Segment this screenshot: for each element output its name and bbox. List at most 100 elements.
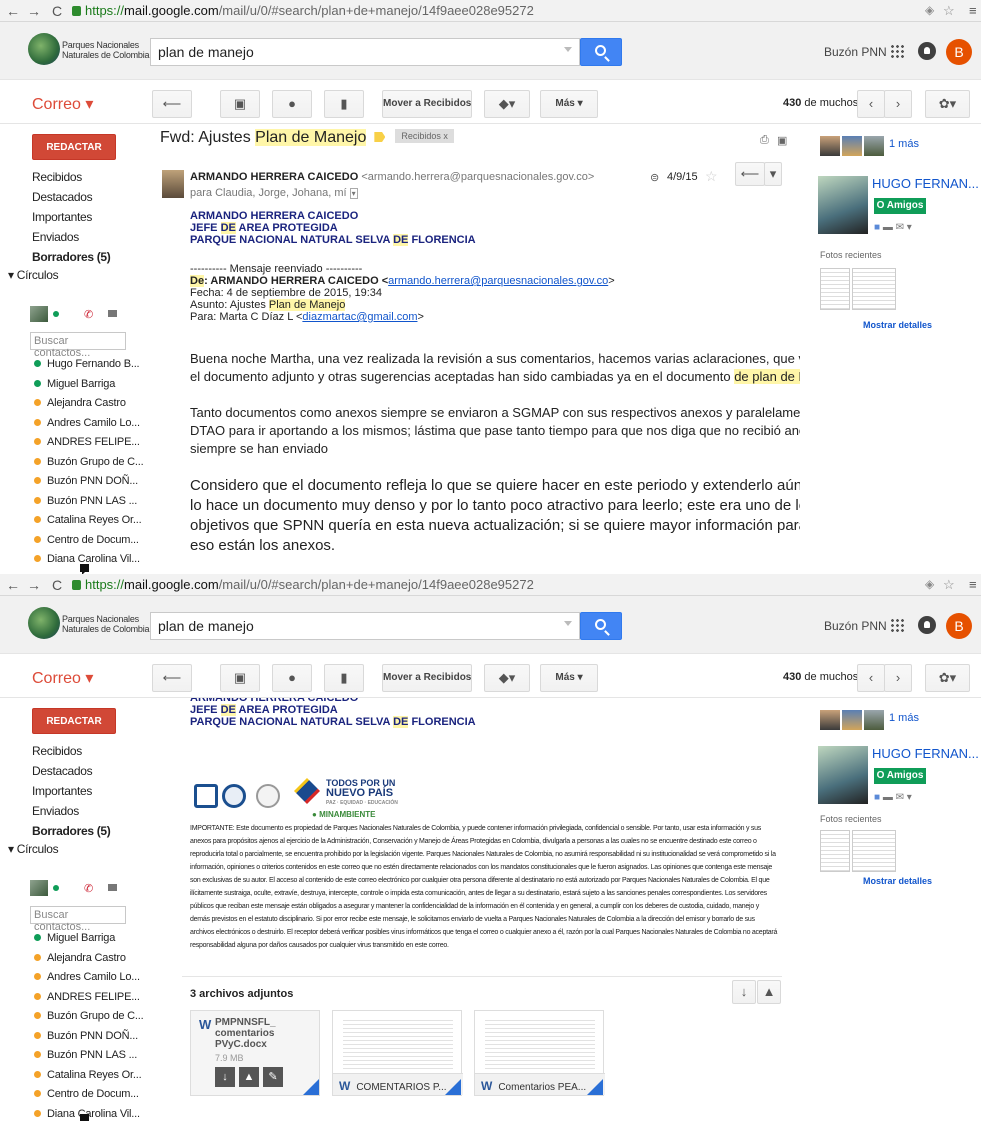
report-spam-button[interactable]: ● [272,664,312,692]
notifications-icon[interactable] [918,42,936,60]
more-button[interactable]: Más ▾ [540,90,598,118]
address-bar[interactable]: https://mail.google.com/mail/u/0/#search… [72,3,534,18]
delete-button[interactable]: ▮ [324,664,364,692]
archive-button[interactable]: ▣ [220,90,260,118]
move-to-inbox-button[interactable]: Mover a Recibidos [382,664,472,692]
contact-item[interactable]: Alejandra Castro [34,397,126,409]
contact-item[interactable]: Hugo Fernando B... [34,358,140,370]
account-avatar[interactable]: B [946,39,972,65]
contact-item[interactable]: ANDRES FELIPE... [34,991,140,1003]
contact-item[interactable]: Andres Camilo Lo... [34,971,140,983]
photo-thumb[interactable] [852,830,896,872]
search-button[interactable] [580,612,622,640]
status-dot[interactable] [53,311,59,317]
phone-icon[interactable]: ✆ [84,882,96,895]
settings-button[interactable]: ✿▾ [925,90,970,118]
account-label[interactable]: Buzón PNN [824,45,887,59]
photo-thumb[interactable] [852,268,896,310]
back-icon[interactable]: ← [6,577,20,593]
contact-item[interactable]: Centro de Docum... [34,1088,139,1100]
show-details-link[interactable]: Mostrar detalles [863,876,932,886]
delete-button[interactable]: ▮ [324,90,364,118]
search-contacts-input[interactable]: Buscar contactos... [30,332,126,359]
importance-marker-icon[interactable] [374,132,386,142]
to-email-link[interactable]: diazmartac@gmail.com [302,311,417,323]
compose-button[interactable]: REDACTAR [32,708,116,734]
circle-badge[interactable]: O Amigos [874,768,926,784]
more-participants-link[interactable]: 1 más [889,138,919,150]
menu-icon[interactable]: ≡ [969,577,977,592]
contact-item[interactable]: Catalina Reyes Or... [34,514,142,526]
back-icon[interactable]: ← [6,3,20,19]
nav-inbox[interactable]: Recibidos [32,170,82,184]
older-button[interactable]: › [884,664,912,692]
attachment-card-2[interactable]: W COMENTARIOS P... [332,1010,463,1096]
address-bar[interactable]: https://mail.google.com/mail/u/0/#search… [72,577,534,592]
back-to-list-button[interactable]: ⟵ [152,664,192,692]
contact-name[interactable]: HUGO FERNAN... [872,176,979,191]
contact-name[interactable]: HUGO FERNAN... [872,746,979,761]
attachment-card-1[interactable]: W PMPNNSFL_ comentarios PVyC.docx 7.9 MB ↓… [190,1010,320,1096]
download-icon[interactable]: ↓ [215,1067,235,1087]
nav-starred[interactable]: Destacados [32,764,93,778]
drive-icon[interactable]: ▲ [239,1067,259,1087]
nav-sent[interactable]: Enviados [32,804,79,818]
settings-button[interactable]: ✿▾ [925,664,970,692]
star-icon[interactable]: ☆ [943,3,955,19]
older-button[interactable]: › [884,90,912,118]
nav-inbox[interactable]: Recibidos [32,744,82,758]
extension-icon[interactable]: ◈ [925,577,934,591]
reply-button[interactable]: ⟵ [735,162,765,186]
contact-item[interactable]: Buzón PNN DOÑ... [34,1030,138,1042]
star-icon[interactable]: ☆ [943,577,955,593]
star-icon[interactable]: ☆ [705,168,718,185]
participant-thumbs[interactable] [820,710,886,730]
new-window-icon[interactable]: ▣ [777,134,787,147]
contact-item[interactable]: Miguel Barriga [34,378,115,390]
nav-drafts[interactable]: Borradores (5) [32,824,111,838]
nav-drafts[interactable]: Borradores (5) [32,250,111,264]
forward-icon[interactable]: → [27,3,41,19]
search-options-icon[interactable] [564,621,572,626]
edit-icon[interactable]: ✎ [263,1067,283,1087]
user-photo[interactable] [30,306,48,322]
menu-icon[interactable]: ≡ [969,3,977,18]
save-to-drive-button[interactable]: ▲ [757,980,781,1004]
forward-icon[interactable]: → [27,577,41,593]
search-options-icon[interactable] [564,47,572,52]
circle-badge[interactable]: O Amigos [874,198,926,214]
labels-button[interactable]: ◆▾ [484,90,530,118]
photo-thumb[interactable] [820,268,850,310]
phone-icon[interactable]: ✆ [84,308,96,321]
nav-starred[interactable]: Destacados [32,190,93,204]
mail-switcher[interactable]: Correo ▾ [32,668,93,688]
more-actions-button[interactable]: ▾ [764,162,782,186]
move-to-inbox-button[interactable]: Mover a Recibidos [382,90,472,118]
from-email-link[interactable]: armando.herrera@parquesnacionales.gov.co [388,275,608,287]
contact-photo[interactable] [818,746,868,804]
search-contacts-input[interactable]: Buscar contactos... [30,906,126,933]
contact-item[interactable]: Buzón Grupo de C... [34,1010,144,1022]
contact-photo[interactable] [818,176,868,234]
reload-icon[interactable]: C [52,3,62,19]
contact-actions[interactable]: ■ ▬ ✉ ▾ [874,222,912,233]
extension-icon[interactable]: ◈ [925,3,934,17]
contact-item[interactable]: Alejandra Castro [34,952,126,964]
nav-important[interactable]: Importantes [32,784,92,798]
contact-item[interactable]: Centro de Docum... [34,534,139,546]
show-details-link[interactable]: Mostrar detalles [863,320,932,330]
participant-thumbs[interactable] [820,136,886,156]
search-input[interactable]: plan de manejo [150,612,580,640]
compose-button[interactable]: REDACTAR [32,134,116,160]
contact-item[interactable]: Buzón PNN DOÑ... [34,475,138,487]
video-icon[interactable] [108,884,117,891]
sender-avatar[interactable] [162,170,184,198]
notifications-icon[interactable] [918,616,936,634]
video-icon[interactable] [108,310,117,317]
inbox-label[interactable]: Recibidos x [395,129,454,143]
account-label[interactable]: Buzón PNN [824,619,887,633]
print-icon[interactable]: ⎙ [760,134,769,147]
user-photo[interactable] [30,880,48,896]
chat-icon[interactable] [80,564,89,574]
reload-icon[interactable]: C [52,577,62,593]
